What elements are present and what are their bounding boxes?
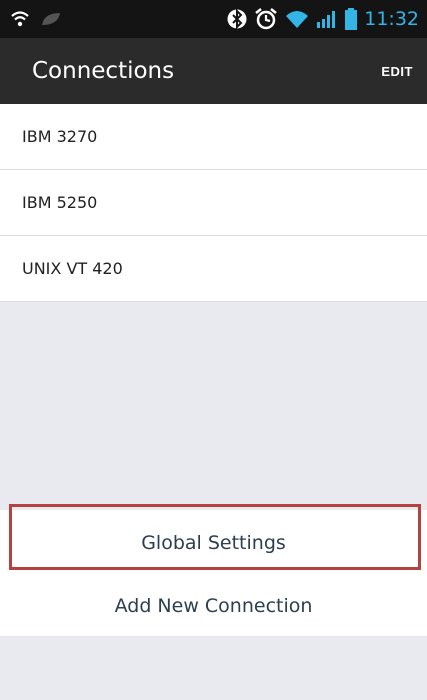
cell-signal-icon	[316, 9, 338, 29]
alarm-icon	[254, 8, 278, 30]
app-bar: Connections EDIT	[0, 38, 427, 104]
status-right-icons: 11:32	[227, 8, 419, 30]
status-left-icons	[10, 10, 62, 28]
connections-list: IBM 3270 IBM 5250 UNIX VT 420	[0, 104, 427, 302]
bluetooth-icon	[227, 8, 247, 30]
connection-item-ibm-3270[interactable]: IBM 3270	[0, 104, 427, 170]
status-time: 11:32	[364, 8, 419, 30]
battery-icon	[345, 8, 358, 30]
add-new-connection-button[interactable]: Add New Connection	[0, 576, 427, 636]
status-bar: 11:32	[0, 0, 427, 38]
edit-button[interactable]: EDIT	[381, 64, 413, 79]
connection-item-ibm-5250[interactable]: IBM 5250	[0, 170, 427, 236]
wifi-signal-icon	[285, 9, 309, 29]
leaf-icon	[40, 11, 62, 27]
global-settings-button[interactable]: Global Settings	[0, 510, 427, 576]
wifi-icon	[10, 10, 30, 28]
connection-item-unix-vt-420[interactable]: UNIX VT 420	[0, 236, 427, 302]
page-title: Connections	[32, 58, 175, 84]
